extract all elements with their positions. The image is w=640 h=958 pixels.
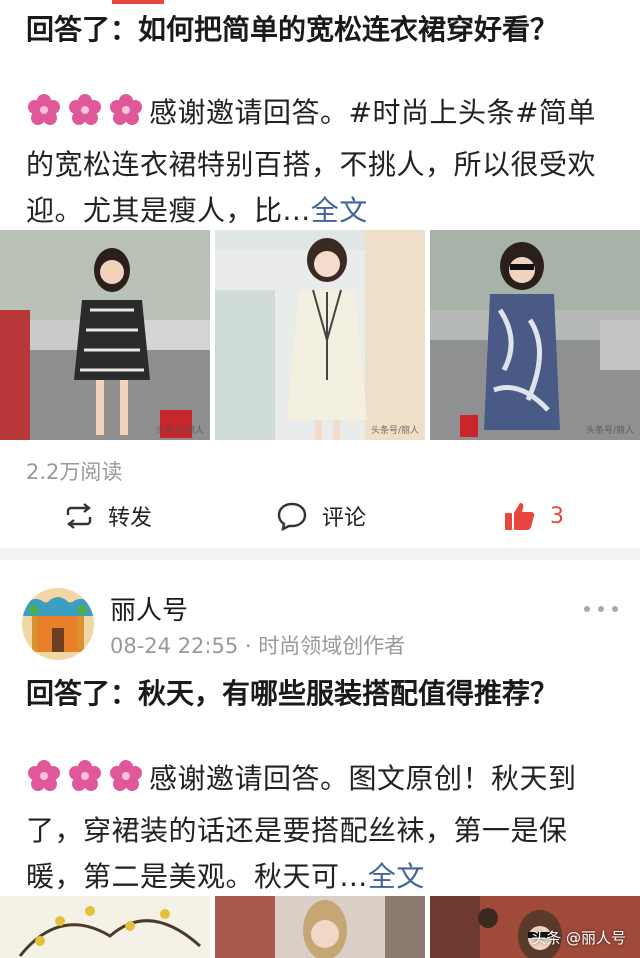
post-title[interactable]: 回答了：秋天，有哪些服装搭配值得推荐？ <box>26 672 616 715</box>
image-watermark: 头条号/丽人 <box>370 426 419 436</box>
gallery-image-2[interactable]: 头条号/丽人 <box>215 230 425 440</box>
read-count: 2.2万阅读 <box>26 460 123 484</box>
flower-icon <box>108 758 148 794</box>
flower-emojis <box>26 92 149 142</box>
post-card-2[interactable]: 丽人号 08-24 22:55 · 时尚领域创作者 回答了：秋天，有哪些服装搭配… <box>0 560 640 958</box>
repost-icon <box>66 503 92 529</box>
gallery-image-3[interactable]: 头条号/丽人 <box>430 230 640 440</box>
flower-icon <box>67 758 107 794</box>
more-icon[interactable] <box>584 604 618 614</box>
flower-emojis <box>26 758 149 808</box>
full-text-link[interactable]: 全文 <box>368 860 425 893</box>
image-gallery: 头条号/丽人 头条号/丽人 头条号/丽人 <box>0 230 640 440</box>
repost-button[interactable]: 转发 <box>64 494 152 538</box>
post-excerpt[interactable]: 感谢邀请回答。图文原创！秋天到了，穿裙装的话还是要搭配丝袜，第一是保暖，第二是美… <box>26 756 618 900</box>
gallery-image-2[interactable] <box>215 896 425 958</box>
gallery-image-1[interactable] <box>0 896 210 958</box>
repost-label: 转发 <box>108 506 153 531</box>
comment-icon <box>277 502 307 531</box>
like-button[interactable]: 3 <box>504 494 564 538</box>
action-bar: 转发 评论 3 <box>0 494 640 538</box>
post-meta: 08-24 22:55 · 时尚领域创作者 <box>110 634 406 658</box>
comment-label: 评论 <box>322 506 367 531</box>
post-title[interactable]: 回答了：如何把简单的宽松连衣裙穿好看？ <box>26 8 616 51</box>
flower-icon <box>26 758 66 794</box>
card-divider <box>0 548 640 560</box>
like-icon <box>505 503 535 530</box>
post-excerpt[interactable]: 感谢邀请回答。#时尚上头条#简单的宽松连衣裙特别百搭，不挑人，所以很受欢迎。尤其… <box>26 90 618 234</box>
author-name[interactable]: 丽人号 <box>110 590 188 627</box>
full-text-link[interactable]: 全文 <box>311 194 368 227</box>
avatar[interactable] <box>22 588 94 660</box>
flower-icon <box>108 92 148 128</box>
comment-button[interactable]: 评论 <box>276 494 366 538</box>
image-watermark: 头条号/丽人 <box>155 426 204 436</box>
image-watermark: 头条号/丽人 <box>585 426 634 436</box>
post-card-1[interactable]: 回答了：如何把简单的宽松连衣裙穿好看？ 感谢邀请回答。#时尚上头条#简单的宽松连… <box>0 0 640 548</box>
gallery-image-1[interactable]: 头条号/丽人 <box>0 230 210 440</box>
flower-icon <box>26 92 66 128</box>
like-count: 3 <box>550 503 564 529</box>
watermark: 头条 @丽人号 <box>531 929 626 947</box>
flower-icon <box>67 92 107 128</box>
